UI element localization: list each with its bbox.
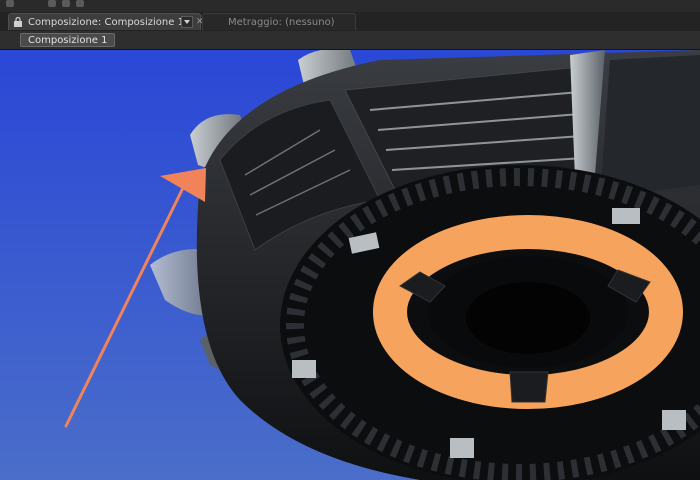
tab-label: Metraggio: (nessuno): [228, 17, 335, 28]
panel-icon: [6, 0, 14, 7]
tab-label: Composizione: Composizione 1: [28, 17, 184, 28]
comp-dropdown-button[interactable]: [181, 16, 193, 28]
lock-icon[interactable]: [13, 17, 23, 27]
composition-viewer[interactable]: [0, 50, 700, 480]
after-effects-composition-panel: Composizione: Composizione 1 ✕ Metraggio…: [0, 0, 700, 480]
tab-composition[interactable]: Composizione: Composizione 1 ✕: [8, 13, 204, 30]
panel-icon: [62, 0, 70, 7]
composition-breadcrumb-button[interactable]: Composizione 1: [20, 33, 116, 47]
panel-icon: [48, 0, 56, 7]
hull-panel: [600, 55, 700, 198]
panel-tab-bar: Composizione: Composizione 1 ✕ Metraggio…: [0, 12, 700, 32]
chevron-down-icon: [184, 20, 190, 24]
panel-icon: [76, 0, 84, 7]
viewer-canvas: [0, 50, 700, 480]
ring-hub: [466, 282, 590, 354]
breadcrumb: Composizione 1: [0, 31, 700, 50]
tab-footage[interactable]: Metraggio: (nessuno): [202, 13, 356, 30]
